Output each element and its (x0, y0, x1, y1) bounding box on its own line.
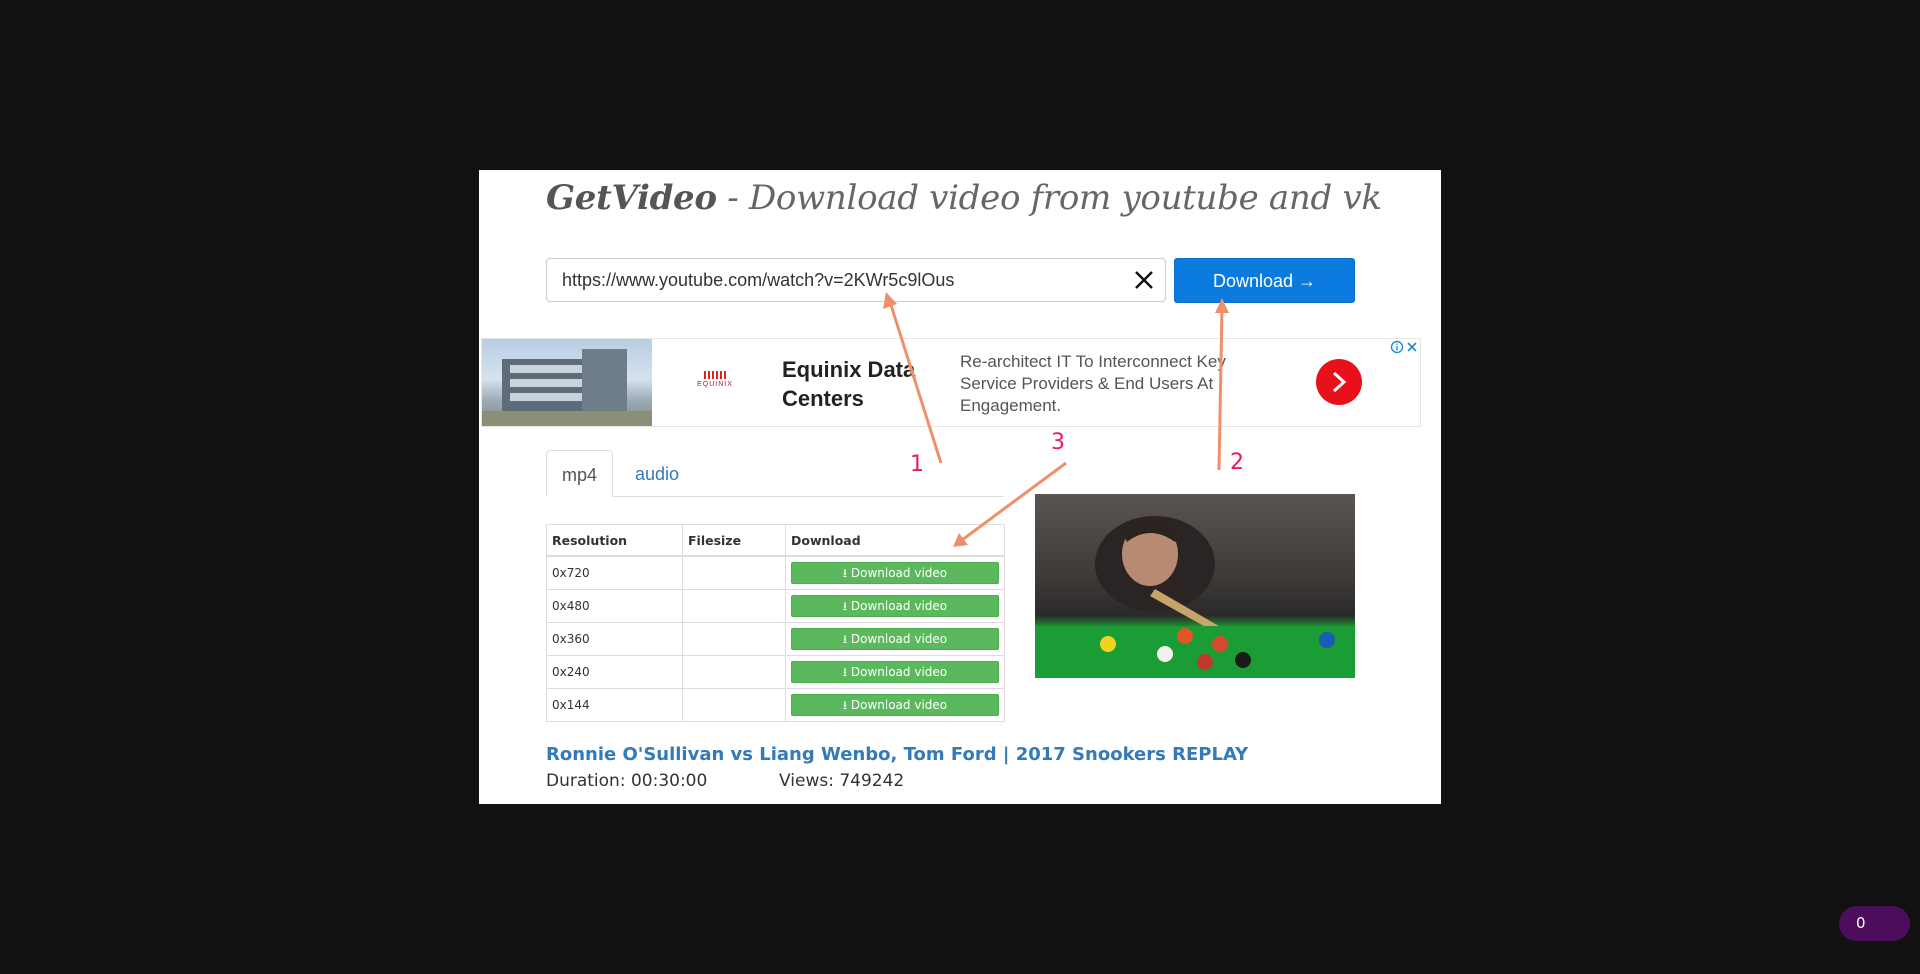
filesize-cell (682, 589, 786, 623)
filesize-cell (682, 688, 786, 722)
table-row: 0x480 ⭳ Download video (546, 589, 1005, 623)
ad-next-button[interactable] (1316, 359, 1362, 405)
table-row: 0x720 ⭳ Download video (546, 555, 1005, 590)
ad-close-icon[interactable] (1405, 339, 1419, 353)
column-header-filesize: Filesize (682, 524, 786, 557)
chevron-right-icon (1332, 371, 1347, 393)
clear-input-button[interactable] (1129, 265, 1159, 295)
url-field (546, 258, 1166, 302)
download-video-button[interactable]: ⭳ Download video (791, 694, 999, 716)
download-icon: ⭳ (842, 665, 851, 679)
download-video-button[interactable]: ⭳ Download video (791, 661, 999, 683)
video-duration: Duration: 00:30:00 (546, 771, 708, 791)
close-icon (1135, 271, 1153, 289)
download-video-button[interactable]: ⭳ Download video (791, 562, 999, 584)
annotation-number: 1 (910, 452, 924, 477)
annotation-number: 3 (1051, 430, 1065, 455)
brand-name: GetVideo (546, 178, 717, 218)
download-icon: ⭳ (842, 698, 851, 712)
advertisement-banner[interactable]: EQUINIX Equinix Data Centers Re-architec… (481, 338, 1421, 427)
filesize-cell (682, 655, 786, 689)
ad-body-text: Re-architect IT To Interconnect Key Serv… (960, 352, 1226, 415)
download-video-button[interactable]: ⭳ Download video (791, 628, 999, 650)
download-table: Resolution Filesize Download 0x720 ⭳ Dow… (546, 524, 1005, 722)
video-views: Views: 749242 (779, 771, 905, 791)
download-button[interactable]: Download → (1174, 258, 1355, 303)
table-row: 0x240 ⭳ Download video (546, 655, 1005, 689)
download-icon: ⭳ (842, 632, 851, 646)
download-icon: ⭳ (842, 566, 851, 580)
table-row: 0x360 ⭳ Download video (546, 622, 1005, 656)
resolution-cell: 0x144 (546, 688, 683, 722)
annotation-number: 2 (1230, 450, 1244, 475)
tab-mp4[interactable]: mp4 (546, 450, 614, 497)
tagline: - Download video from youtube and vk (716, 178, 1382, 218)
page-title: GetVideo - Download video from youtube a… (546, 178, 1382, 218)
getvideo-page: GetVideo - Download video from youtube a… (479, 170, 1441, 804)
counter-badge[interactable]: 0 (1839, 906, 1910, 941)
equinix-logo: EQUINIX (690, 371, 740, 388)
tab-audio[interactable]: audio (620, 450, 694, 496)
download-icon: ⭳ (842, 599, 851, 613)
resolution-cell: 0x480 (546, 589, 683, 623)
table-header-row: Resolution Filesize Download (546, 524, 1005, 557)
filesize-cell (682, 622, 786, 656)
ad-info-icon[interactable] (1390, 339, 1404, 354)
ad-building-image (482, 339, 652, 426)
resolution-cell: 0x720 (546, 555, 683, 590)
video-title-link[interactable]: Ronnie O'Sullivan vs Liang Wenbo, Tom Fo… (546, 744, 1248, 765)
format-tabs: mp4 audio (546, 450, 1004, 497)
download-video-button[interactable]: ⭳ Download video (791, 595, 999, 617)
filesize-cell (682, 555, 786, 590)
column-header-resolution: Resolution (546, 524, 683, 557)
column-header-download: Download (785, 524, 1005, 557)
url-input[interactable] (547, 259, 1122, 301)
table-row: 0x144 ⭳ Download video (546, 688, 1005, 722)
ad-headline: Equinix Data Centers (782, 357, 916, 411)
resolution-cell: 0x240 (546, 655, 683, 689)
resolution-cell: 0x360 (546, 622, 683, 656)
video-thumbnail (1035, 494, 1355, 678)
